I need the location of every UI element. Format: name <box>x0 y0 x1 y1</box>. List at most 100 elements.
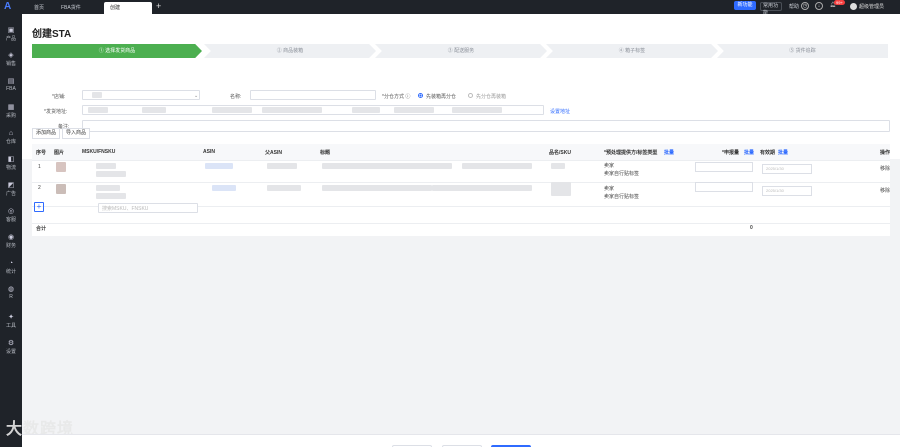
sidebar-item-settings[interactable]: ⚙ 设置 <box>0 340 22 355</box>
asin-value[interactable] <box>212 185 236 191</box>
batch-label-link[interactable]: 批量 <box>664 149 674 156</box>
prep-provider: 卖家 <box>604 163 615 169</box>
fnsku-value <box>96 193 126 199</box>
expiry-date-input[interactable]: 2025/1/30 <box>762 186 812 196</box>
divider <box>32 223 890 224</box>
support-icon: ◎ <box>7 208 15 215</box>
col-parent-asin: 父ASIN <box>265 150 282 156</box>
col-expiry: 有效期 <box>760 150 776 156</box>
sidebar-item-label: 客服 <box>5 217 16 223</box>
tab-label: 首页 <box>34 5 45 11</box>
top-bar: A 首页 FBA货件 创建STA× + 新功能 常用功能 帮助 ◷ ↓ 🔔︎ 9… <box>0 0 900 23</box>
sku-value <box>551 182 571 196</box>
radio-split-first[interactable] <box>468 93 473 98</box>
col-label-type: *预处理提供方/标签类型 <box>604 150 658 156</box>
tab-fba[interactable]: FBA货件 <box>55 2 87 14</box>
add-msku-input[interactable]: 搜索MSKU、FNSKU <box>98 203 198 213</box>
sidebar-item-purchase[interactable]: ▦ 采购 <box>0 104 22 119</box>
address-fragment <box>262 107 322 113</box>
address-fragment <box>452 107 502 113</box>
tab-home[interactable]: 首页 <box>28 2 50 14</box>
col-title: 标题 <box>320 150 331 156</box>
tab-create-sta[interactable]: 创建STA× <box>104 2 152 23</box>
qty-input[interactable] <box>695 162 753 172</box>
sidebar-item-sales[interactable]: ◈ 销售 <box>0 52 22 67</box>
set-address-link[interactable]: 设置地址 <box>550 108 570 115</box>
remove-row-button[interactable]: 移除 <box>880 165 890 172</box>
address-fragment <box>212 107 252 113</box>
sidebar-item-label: R <box>9 294 13 300</box>
divider <box>32 160 890 161</box>
add-msku-placeholder: 搜索MSKU、FNSKU <box>102 206 149 212</box>
radio-pack-first[interactable] <box>418 93 423 98</box>
cart-icon: ◈ <box>8 52 14 59</box>
method-label: *分仓方式 ⓘ <box>382 94 411 100</box>
remark-textarea[interactable] <box>82 120 890 132</box>
add-product-button[interactable]: 添加商品 <box>32 128 61 139</box>
qty-input[interactable] <box>695 182 753 192</box>
address-fragment <box>142 107 166 113</box>
sidebar-item-support[interactable]: ◎ 客服 <box>0 208 22 223</box>
sidebar-item-finance[interactable]: ◉ 财务 <box>0 234 22 249</box>
radio-split-first-label: 先分仓再装箱 <box>476 94 507 100</box>
step-2: ② 商品装箱 <box>204 44 376 58</box>
sidebar-item-ads[interactable]: ◩ 广告 <box>0 182 22 197</box>
finance-icon: ◉ <box>7 234 15 241</box>
sidebar-item-product[interactable]: ▣ 产品 <box>0 27 22 42</box>
sidebar-item-label: 工具 <box>5 323 16 329</box>
sidebar-item-stats[interactable]: ◔ 统计 <box>0 260 22 275</box>
asin-value[interactable] <box>205 163 233 169</box>
col-index: 序号 <box>36 150 47 156</box>
step-5: ⑤ 货件追踪 <box>717 44 888 58</box>
sidebar-item-warehouse[interactable]: ⌂ 仓库 <box>0 130 22 145</box>
row-index: 1 <box>38 164 41 170</box>
clock-icon[interactable]: ◷ <box>801 2 809 10</box>
new-tab-button[interactable]: + <box>156 1 161 11</box>
page-title: 创建STA <box>32 29 72 40</box>
sidebar-item-label: 仓库 <box>5 139 16 145</box>
step-4: ④ 箱子标签 <box>546 44 718 58</box>
parent-asin-value <box>267 163 297 169</box>
step-progress: ① 选择发货商品 ② 商品装箱 ③ 配送服务 ④ 箱子标签 ⑤ 货件追踪 <box>32 44 888 58</box>
msku-value <box>96 185 120 191</box>
avatar[interactable] <box>850 3 857 10</box>
user-name[interactable]: 超级管理员 <box>859 3 884 10</box>
col-msku: MSKU/FNSKU <box>82 149 116 155</box>
sidebar-item-fba[interactable]: ▤ FBA <box>0 78 22 92</box>
chart-icon: ◔ <box>8 260 14 267</box>
product-thumbnail <box>56 184 66 194</box>
footer-bar: 取消 暂存 创建 <box>22 434 900 447</box>
r-icon: ◍ <box>7 286 15 293</box>
add-row-button[interactable]: + <box>34 202 44 212</box>
label-type: 卖家自行贴标签 <box>604 194 640 200</box>
batch-expiry-link[interactable]: 批量 <box>778 149 788 156</box>
sidebar-item-r[interactable]: ◍ R <box>0 286 22 300</box>
sidebar-item-tools[interactable]: ✦ 工具 <box>0 314 22 329</box>
sidebar-item-logistics[interactable]: ◧ 物流 <box>0 156 22 171</box>
common-functions-dropdown[interactable]: 常用功能 <box>760 2 782 16</box>
chevron-down-icon: ⌄ <box>194 93 199 99</box>
shop-label: *店铺: <box>52 94 66 100</box>
warehouse-icon: ⌂ <box>8 130 14 137</box>
tab-label: FBA货件 <box>61 5 81 11</box>
remove-row-button[interactable]: 移除 <box>880 187 890 194</box>
fnsku-value <box>96 171 126 177</box>
fba-icon: ▤ <box>7 78 15 85</box>
name-input[interactable] <box>250 90 376 100</box>
name-label: 名称: <box>230 94 242 100</box>
expiry-date-input[interactable]: 2025/1/30 <box>762 164 812 174</box>
import-product-button[interactable]: 导入商品 <box>62 128 91 139</box>
radio-pack-first-label: 先装箱再分仓 <box>426 94 457 100</box>
purchase-icon: ▦ <box>7 104 15 111</box>
title-value <box>322 163 452 169</box>
sidebar-item-label: FBA <box>6 86 16 92</box>
help-link[interactable]: 帮助 <box>789 3 799 10</box>
sidebar-item-label: 统计 <box>5 269 16 275</box>
new-feature-button[interactable]: 新功能 <box>734 1 756 10</box>
batch-qty-link[interactable]: 批量 <box>744 149 754 156</box>
sidebar-item-label: 广告 <box>5 191 16 197</box>
download-icon[interactable]: ↓ <box>815 2 823 10</box>
tool-icon: ✦ <box>8 314 14 321</box>
product-thumbnail <box>56 162 66 172</box>
sidebar-item-label: 物流 <box>5 165 16 171</box>
